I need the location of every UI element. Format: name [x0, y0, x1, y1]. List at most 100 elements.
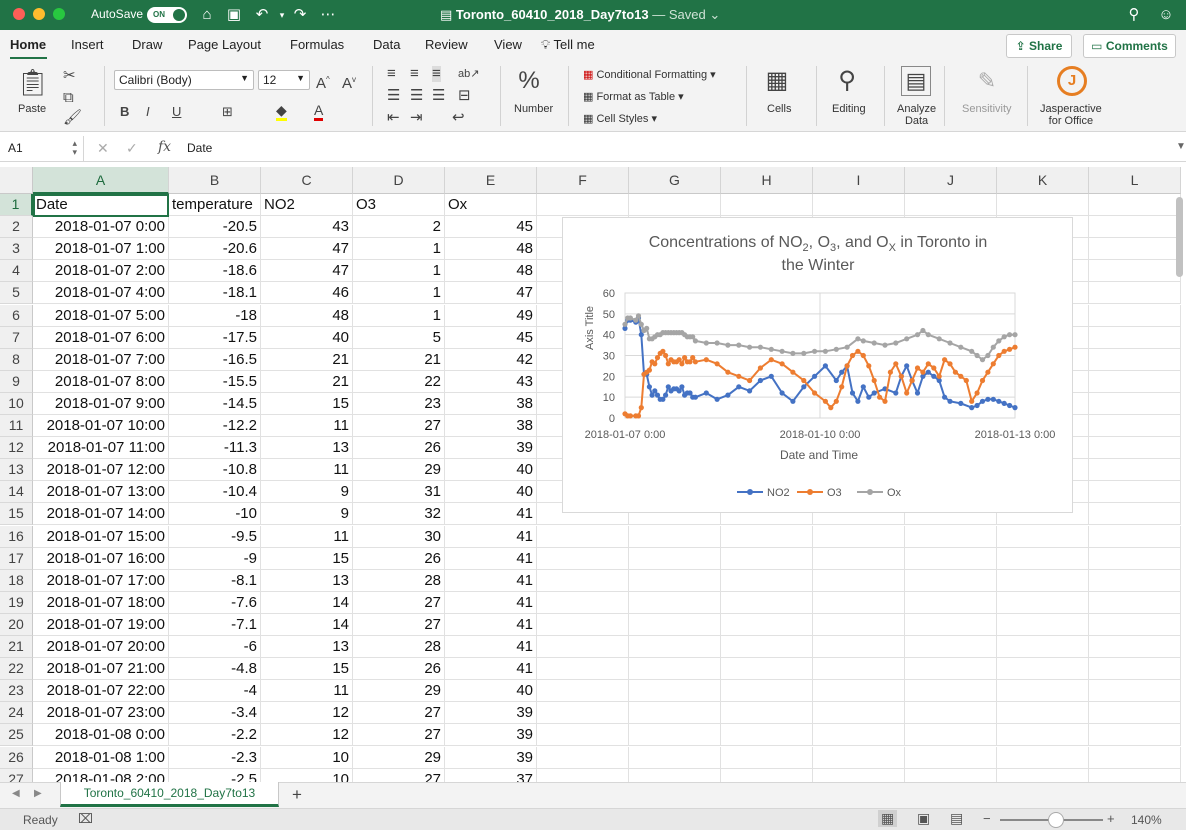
- data-cell[interactable]: 2018-01-08 0:00: [33, 724, 169, 747]
- column-header-d[interactable]: D: [353, 167, 445, 194]
- empty-cell[interactable]: [997, 724, 1089, 747]
- empty-cell[interactable]: [537, 547, 629, 570]
- data-cell[interactable]: 39: [445, 746, 537, 769]
- data-cell[interactable]: 2018-01-07 2:00: [33, 260, 169, 283]
- empty-cell[interactable]: [1089, 437, 1181, 460]
- merge-center-icon[interactable]: ⊟: [458, 88, 471, 104]
- empty-cell[interactable]: [997, 547, 1089, 570]
- data-cell[interactable]: -2.3: [169, 746, 261, 769]
- data-cell[interactable]: 1: [353, 260, 445, 283]
- row-header[interactable]: 26: [0, 746, 33, 769]
- data-cell[interactable]: 2018-01-07 17:00: [33, 569, 169, 592]
- data-cell[interactable]: 5: [353, 326, 445, 349]
- data-cell[interactable]: 48: [261, 304, 353, 327]
- empty-cell[interactable]: [537, 591, 629, 614]
- data-cell[interactable]: 2: [353, 216, 445, 239]
- data-cell[interactable]: 40: [445, 459, 537, 482]
- empty-cell[interactable]: [1089, 636, 1181, 658]
- data-cell[interactable]: 10: [261, 746, 353, 769]
- empty-cell[interactable]: [1089, 370, 1181, 393]
- empty-cell[interactable]: [813, 194, 905, 216]
- borders-icon[interactable]: ⊞: [222, 104, 233, 120]
- data-cell[interactable]: 15: [261, 547, 353, 570]
- row-header[interactable]: 3: [0, 238, 33, 261]
- data-cell[interactable]: 15: [261, 658, 353, 681]
- header-cell[interactable]: O3: [353, 194, 445, 216]
- empty-cell[interactable]: [905, 569, 997, 592]
- data-cell[interactable]: 2018-01-07 14:00: [33, 503, 169, 526]
- data-cell[interactable]: -9.5: [169, 525, 261, 548]
- sheet-tab-active[interactable]: Toronto_60410_2018_Day7to13: [60, 782, 279, 807]
- row-header[interactable]: 1: [0, 194, 33, 216]
- empty-cell[interactable]: [1089, 547, 1181, 570]
- tab-formulas[interactable]: Formulas: [290, 37, 344, 52]
- row-header[interactable]: 2: [0, 216, 33, 239]
- row-header[interactable]: 15: [0, 503, 33, 526]
- empty-cell[interactable]: [537, 613, 629, 636]
- data-cell[interactable]: -10: [169, 503, 261, 526]
- header-cell[interactable]: temperature: [169, 194, 261, 216]
- data-cell[interactable]: -2.5: [169, 768, 261, 782]
- data-cell[interactable]: 45: [445, 326, 537, 349]
- data-cell[interactable]: -18.1: [169, 282, 261, 305]
- close-window-button[interactable]: [13, 8, 25, 20]
- cells-icon[interactable]: ▦: [762, 68, 792, 94]
- data-cell[interactable]: 2018-01-07 13:00: [33, 481, 169, 504]
- empty-cell[interactable]: [537, 724, 629, 747]
- chart-area[interactable]: Concentrations of NO2, O3, and OX in Tor…: [562, 217, 1073, 513]
- data-cell[interactable]: 39: [445, 724, 537, 747]
- data-cell[interactable]: 11: [261, 680, 353, 703]
- empty-cell[interactable]: [813, 636, 905, 658]
- data-cell[interactable]: 29: [353, 746, 445, 769]
- empty-cell[interactable]: [721, 746, 813, 769]
- bold-button[interactable]: B: [120, 104, 129, 120]
- data-cell[interactable]: 13: [261, 569, 353, 592]
- row-header[interactable]: 14: [0, 481, 33, 504]
- empty-cell[interactable]: [721, 658, 813, 681]
- data-cell[interactable]: 47: [261, 260, 353, 283]
- data-cell[interactable]: 2018-01-08 2:00: [33, 768, 169, 782]
- tab-draw[interactable]: Draw: [132, 37, 162, 52]
- row-header[interactable]: 13: [0, 459, 33, 482]
- data-cell[interactable]: -2.2: [169, 724, 261, 747]
- data-cell[interactable]: -10.4: [169, 481, 261, 504]
- data-cell[interactable]: 49: [445, 304, 537, 327]
- macro-record-icon[interactable]: ⌧: [78, 811, 93, 827]
- empty-cell[interactable]: [905, 194, 997, 216]
- row-header[interactable]: 21: [0, 636, 33, 658]
- decrease-indent-icon[interactable]: ⇤: [387, 110, 400, 126]
- data-cell[interactable]: 9: [261, 503, 353, 526]
- empty-cell[interactable]: [1089, 481, 1181, 504]
- paste-icon[interactable]: 📋︎: [16, 68, 49, 96]
- zoom-window-button[interactable]: [53, 8, 65, 20]
- empty-cell[interactable]: [629, 680, 721, 703]
- empty-cell[interactable]: [997, 569, 1089, 592]
- data-cell[interactable]: 2018-01-07 20:00: [33, 636, 169, 658]
- data-cell[interactable]: -8.1: [169, 569, 261, 592]
- empty-cell[interactable]: [905, 525, 997, 548]
- data-cell[interactable]: -15.5: [169, 370, 261, 393]
- empty-cell[interactable]: [537, 525, 629, 548]
- empty-cell[interactable]: [721, 680, 813, 703]
- data-cell[interactable]: 21: [261, 348, 353, 371]
- empty-cell[interactable]: [1089, 680, 1181, 703]
- row-header[interactable]: 24: [0, 702, 33, 725]
- data-cell[interactable]: 31: [353, 481, 445, 504]
- analyze-data-icon[interactable]: ▤: [901, 66, 931, 96]
- column-header-f[interactable]: F: [537, 167, 629, 194]
- empty-cell[interactable]: [905, 658, 997, 681]
- empty-cell[interactable]: [537, 658, 629, 681]
- data-cell[interactable]: 26: [353, 437, 445, 460]
- data-cell[interactable]: 41: [445, 547, 537, 570]
- data-cell[interactable]: 29: [353, 680, 445, 703]
- data-cell[interactable]: 38: [445, 392, 537, 415]
- empty-cell[interactable]: [1089, 569, 1181, 592]
- tab-review[interactable]: Review: [425, 37, 468, 52]
- data-cell[interactable]: -16.5: [169, 348, 261, 371]
- zoom-in-icon[interactable]: +: [1107, 811, 1115, 826]
- underline-button[interactable]: U: [172, 104, 181, 120]
- font-name-dropdown[interactable]: Calibri (Body) ▼: [114, 70, 254, 90]
- zoom-level[interactable]: 140%: [1131, 813, 1162, 827]
- data-cell[interactable]: -18.6: [169, 260, 261, 283]
- decrease-font-icon[interactable]: Av: [342, 72, 356, 92]
